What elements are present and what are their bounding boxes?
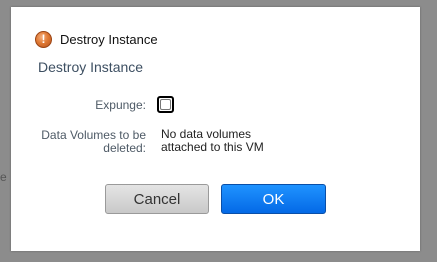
alert-icon: ! — [35, 30, 52, 48]
expunge-checkbox[interactable] — [157, 96, 174, 113]
cancel-button[interactable]: Cancel — [105, 184, 209, 214]
destroy-instance-dialog: ! Destroy Instance Destroy Instance Expu… — [11, 7, 420, 251]
background-text-fragment: e — [0, 170, 7, 184]
expunge-label: Expunge: — [95, 98, 146, 112]
ok-button[interactable]: OK — [221, 184, 326, 214]
dialog-title: Destroy Instance — [60, 31, 158, 47]
dialog-titlebar: ! Destroy Instance — [35, 30, 158, 48]
data-volumes-value: No data volumes attached to this VM — [161, 127, 264, 154]
dialog-heading: Destroy Instance — [38, 59, 144, 75]
data-volumes-label: Data Volumes to be deleted: — [41, 128, 146, 155]
